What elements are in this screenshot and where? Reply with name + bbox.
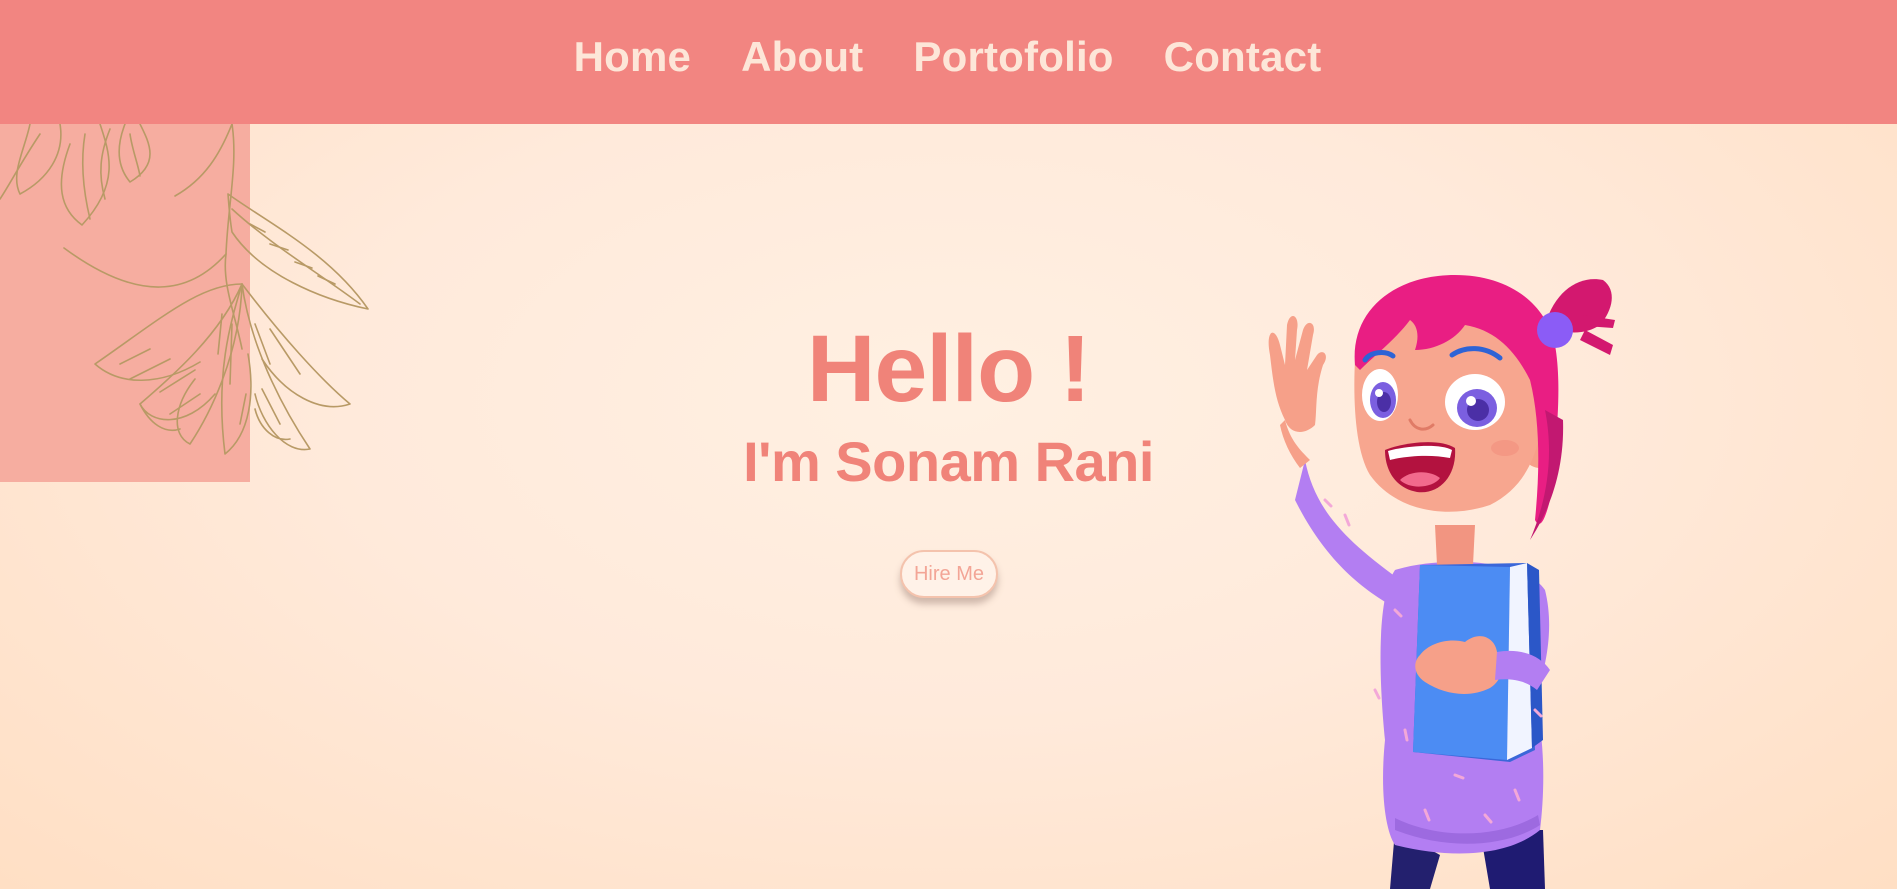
hire-me-button[interactable]: Hire Me <box>900 550 998 598</box>
page: Home About Portofolio Contact Hello ! I'… <box>0 0 1897 889</box>
nav-link-contact[interactable]: Contact <box>1164 33 1322 81</box>
nav-link-portofolio[interactable]: Portofolio <box>913 33 1113 81</box>
nav-links: Home About Portofolio Contact <box>574 33 1322 81</box>
top-navbar: Home About Portofolio Contact <box>0 0 1897 124</box>
waving-girl-illustration <box>1268 275 1615 889</box>
nav-link-about[interactable]: About <box>741 33 863 81</box>
nav-link-home[interactable]: Home <box>574 33 692 81</box>
